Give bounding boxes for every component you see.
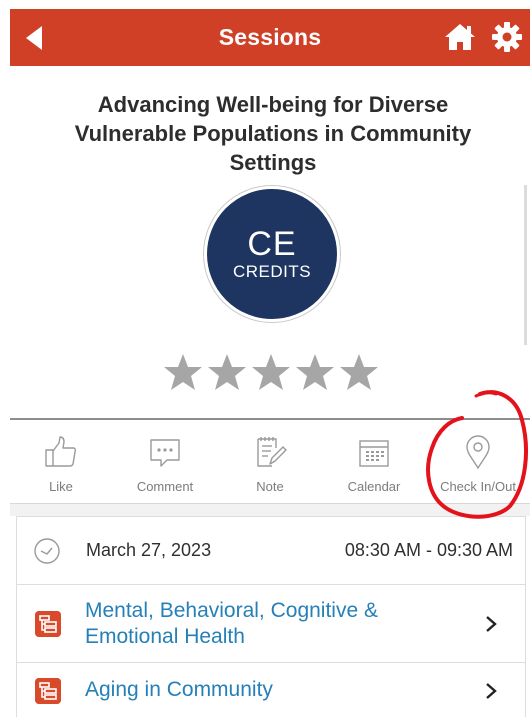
note-button[interactable]: Note — [218, 420, 322, 503]
header-bar: Sessions — [10, 9, 530, 66]
star-icon[interactable] — [339, 352, 379, 392]
star-rating — [163, 352, 379, 392]
calendar-icon — [359, 440, 389, 467]
check-in-out-button[interactable]: Check In/Out — [426, 420, 530, 503]
logo-text-credits: CREDITS — [232, 262, 312, 281]
track-row[interactable]: Aging in Community — [17, 663, 525, 717]
track-hierarchy-icon — [35, 611, 61, 637]
track-row[interactable]: Mental, Behavioral, Cognitive & Emotiona… — [17, 585, 525, 663]
calendar-label: Calendar — [347, 479, 401, 494]
thumbs-up-icon — [45, 436, 77, 467]
star-icon[interactable] — [295, 352, 335, 392]
track-label: Aging in Community — [85, 678, 273, 701]
session-details: March 27, 2023 08:30 AM - 09:30 AM Menta… — [16, 516, 526, 717]
ce-credits-logo: CE CREDITS — [204, 186, 340, 322]
chevron-right-icon — [486, 683, 497, 699]
scroll-indicator — [524, 185, 527, 345]
track-hierarchy-icon — [35, 678, 61, 704]
like-label: Like — [49, 479, 73, 494]
date-time-row: March 27, 2023 08:30 AM - 09:30 AM — [17, 517, 525, 585]
session-date: March 27, 2023 — [86, 540, 212, 560]
home-icon[interactable] — [443, 22, 477, 52]
gear-icon[interactable] — [491, 21, 523, 53]
star-icon[interactable] — [207, 352, 247, 392]
session-time: 08:30 AM - 09:30 AM — [344, 540, 513, 560]
note-icon — [257, 437, 287, 467]
track-label: Mental, Behavioral, Cognitive & Emotiona… — [85, 599, 378, 648]
calendar-button[interactable]: Calendar — [322, 420, 426, 503]
action-bar: Like Comment Note Calendar Check In/Out — [10, 420, 530, 503]
app-screen: Sessions Advancing Well-being for Divers… — [0, 0, 530, 717]
note-label: Note — [256, 479, 284, 494]
comment-label: Comment — [136, 479, 194, 494]
comment-button[interactable]: Comment — [112, 420, 218, 503]
back-arrow-icon[interactable] — [24, 25, 46, 51]
comment-icon — [150, 439, 180, 467]
clock-icon — [34, 538, 60, 564]
section-spacer — [10, 504, 530, 516]
star-icon[interactable] — [251, 352, 291, 392]
like-button[interactable]: Like — [10, 420, 112, 503]
location-pin-icon — [466, 435, 490, 470]
star-icon[interactable] — [163, 352, 203, 392]
session-title: Advancing Well-being for Diverse Vulnera… — [74, 92, 472, 175]
page-title: Sessions — [218, 24, 322, 50]
logo-text-ce: CE — [247, 225, 297, 263]
chevron-right-icon — [486, 616, 497, 632]
check-in-out-label: Check In/Out — [440, 479, 516, 494]
